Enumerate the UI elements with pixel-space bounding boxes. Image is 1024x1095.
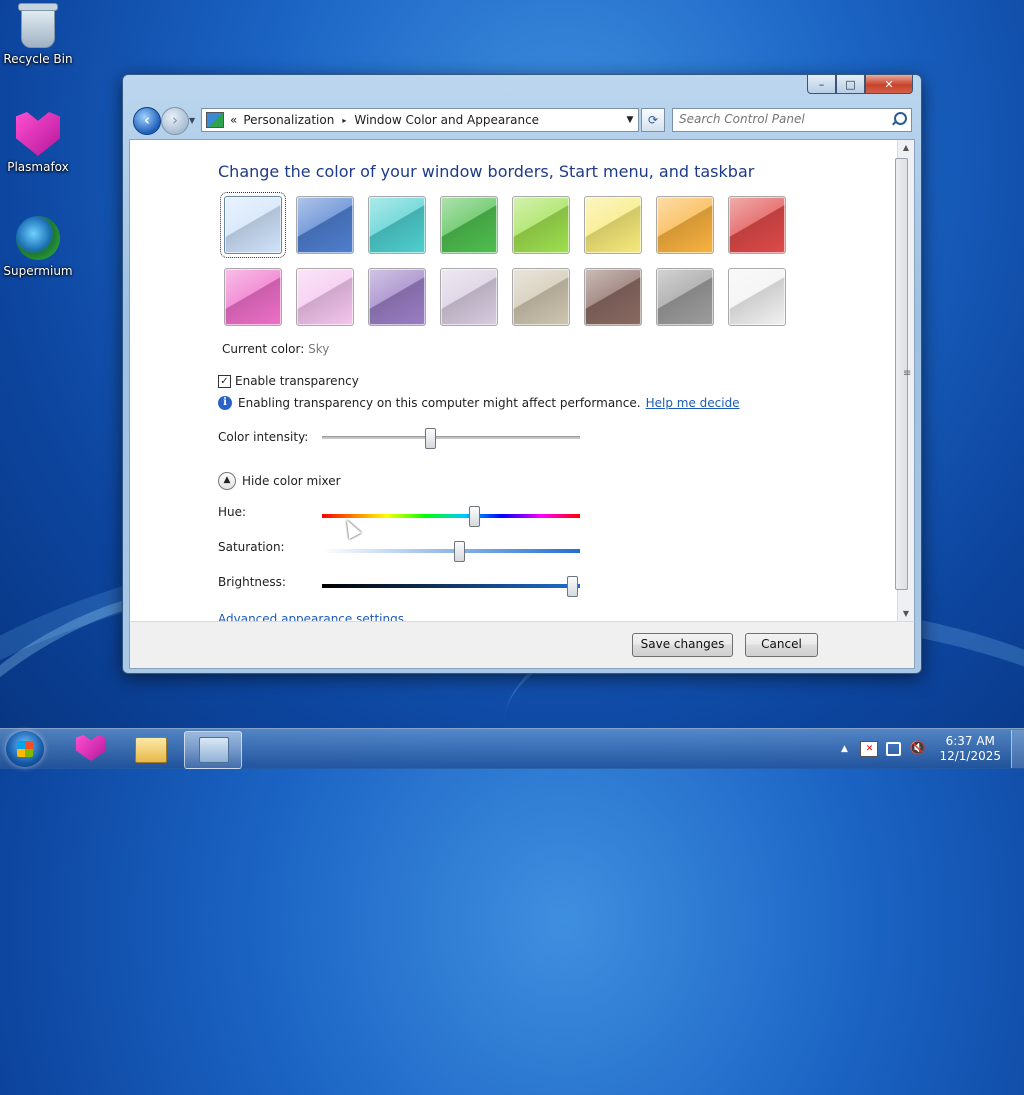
color-swatch-violet[interactable] — [368, 268, 426, 326]
recycle-bin-icon — [18, 3, 58, 48]
breadcrumb-separator[interactable]: ▸ — [342, 116, 346, 125]
color-swatch-pumpkin[interactable] — [656, 196, 714, 254]
back-button[interactable]: ‹ — [133, 107, 161, 135]
scrollbar-grip-icon: ≡ — [903, 368, 912, 379]
brightness-slider[interactable] — [322, 576, 580, 597]
desktop-icon-label: Plasmafox — [7, 160, 69, 174]
saturation-label: Saturation: — [218, 540, 285, 554]
taskbar-item-plasmafox[interactable] — [62, 731, 118, 767]
color-swatch-leaf[interactable] — [440, 196, 498, 254]
vertical-scrollbar[interactable]: ▲ ≡ ▼ — [895, 140, 914, 622]
saturation-slider[interactable] — [322, 541, 580, 562]
help-me-decide-link[interactable]: Help me decide — [646, 396, 740, 410]
breadcrumb-window-color[interactable]: Window Color and Appearance — [354, 113, 539, 127]
color-swatch-lemon[interactable] — [584, 196, 642, 254]
color-intensity-slider[interactable] — [322, 428, 580, 449]
color-swatch-lavender[interactable] — [440, 268, 498, 326]
current-color: Current color: Sky — [222, 342, 329, 356]
close-button[interactable]: ✕ — [865, 75, 913, 94]
caption-buttons: – □ ✕ — [807, 75, 913, 94]
color-swatch-frost[interactable] — [728, 268, 786, 326]
enable-transparency-label[interactable]: Enable transparency — [235, 374, 359, 388]
hide-color-mixer-label[interactable]: Hide color mixer — [242, 474, 341, 488]
page-title: Change the color of your window borders,… — [218, 162, 755, 181]
search-icon[interactable] — [894, 112, 907, 125]
hue-slider[interactable] — [322, 506, 580, 527]
forward-button[interactable]: › — [161, 107, 189, 135]
color-swatch-sea[interactable] — [368, 196, 426, 254]
breadcrumb-overflow[interactable]: « — [230, 113, 237, 127]
action-center-icon[interactable]: ✕ — [860, 741, 879, 757]
show-hidden-icons-button[interactable]: ▲ — [836, 742, 852, 756]
taskbar-item-explorer[interactable] — [122, 731, 178, 767]
network-icon[interactable] — [886, 742, 902, 756]
info-text: Enabling transparency on this computer m… — [238, 396, 641, 410]
refresh-button[interactable]: ⟳ — [641, 108, 665, 132]
clock-date: 12/1/2025 — [939, 749, 1001, 763]
transparency-info: i Enabling transparency on this computer… — [218, 396, 740, 410]
current-color-value: Sky — [308, 342, 330, 356]
color-swatch-chocolate[interactable] — [584, 268, 642, 326]
breadcrumb-personalization[interactable]: Personalization — [243, 113, 334, 127]
plasmafox-icon — [76, 735, 106, 761]
volume-muted-icon[interactable]: 🔇 — [909, 742, 925, 756]
address-dropdown-icon[interactable]: ▼ — [622, 115, 638, 125]
cancel-button[interactable]: Cancel — [745, 633, 818, 657]
navigation-bar: ‹ › ▼ « Personalization ▸ Window Color a… — [131, 107, 913, 135]
start-button[interactable] — [6, 731, 44, 767]
taskbar: ▲ ✕ 🔇 6:37 AM 12/1/2025 — [0, 728, 1024, 769]
scroll-up-arrow[interactable]: ▲ — [898, 140, 914, 156]
supermium-icon — [16, 216, 60, 260]
clock[interactable]: 6:37 AM 12/1/2025 — [939, 734, 1001, 764]
color-swatch-fuchsia[interactable] — [224, 268, 282, 326]
content-pane: Change the color of your window borders,… — [129, 139, 915, 623]
color-swatch-ruby[interactable] — [728, 196, 786, 254]
taskbar-item-control-panel[interactable] — [184, 731, 242, 769]
hide-color-mixer-toggle[interactable]: ▲ Hide color mixer — [218, 472, 341, 490]
chevron-up-icon[interactable]: ▲ — [218, 472, 236, 490]
color-swatch-slate[interactable] — [656, 268, 714, 326]
folder-icon — [135, 737, 167, 763]
search-input[interactable] — [673, 109, 889, 129]
show-desktop-button[interactable] — [1011, 730, 1024, 768]
color-swatch-taupe[interactable] — [512, 268, 570, 326]
color-intensity-thumb[interactable] — [425, 428, 437, 449]
control-panel-icon — [199, 737, 229, 763]
recent-pages-dropdown[interactable]: ▼ — [189, 116, 195, 125]
control-panel-window: – □ ✕ ‹ › ▼ « Personalization ▸ Window C… — [122, 74, 922, 674]
clock-time: 6:37 AM — [945, 734, 995, 748]
minimize-button[interactable]: – — [807, 75, 836, 94]
brightness-thumb[interactable] — [567, 576, 579, 597]
desktop-icon-recycle-bin[interactable]: Recycle Bin — [0, 3, 76, 66]
plasmafox-icon — [16, 112, 60, 156]
saturation-thumb[interactable] — [453, 541, 465, 562]
color-swatch-lime[interactable] — [512, 196, 570, 254]
search-box[interactable] — [672, 108, 912, 132]
desktop-icon-label: Supermium — [3, 264, 73, 278]
desktop-icon-label: Recycle Bin — [3, 52, 73, 66]
info-icon: i — [218, 396, 232, 410]
system-tray: ▲ ✕ 🔇 6:37 AM 12/1/2025 — [836, 729, 1024, 769]
desktop-icon-supermium[interactable]: Supermium — [0, 216, 76, 278]
maximize-button[interactable]: □ — [836, 75, 865, 94]
desktop-icon-plasmafox[interactable]: Plasmafox — [0, 112, 76, 174]
color-swatch-blush[interactable] — [296, 268, 354, 326]
dialog-footer: Save changes Cancel — [129, 621, 915, 669]
address-bar[interactable]: « Personalization ▸ Window Color and App… — [201, 108, 639, 132]
color-intensity-label: Color intensity: — [218, 430, 309, 444]
color-swatch-twilight[interactable] — [296, 196, 354, 254]
enable-transparency-row[interactable]: ✓ Enable transparency — [218, 374, 359, 388]
hue-label: Hue: — [218, 505, 247, 519]
brightness-label: Brightness: — [218, 575, 286, 589]
control-panel-icon — [206, 112, 224, 128]
save-changes-button[interactable]: Save changes — [632, 633, 733, 657]
enable-transparency-checkbox[interactable]: ✓ — [218, 374, 231, 388]
color-swatch-sky[interactable] — [220, 192, 286, 258]
hue-thumb[interactable] — [469, 506, 481, 527]
scroll-down-arrow[interactable]: ▼ — [898, 606, 914, 622]
current-color-label: Current color: — [222, 342, 305, 356]
